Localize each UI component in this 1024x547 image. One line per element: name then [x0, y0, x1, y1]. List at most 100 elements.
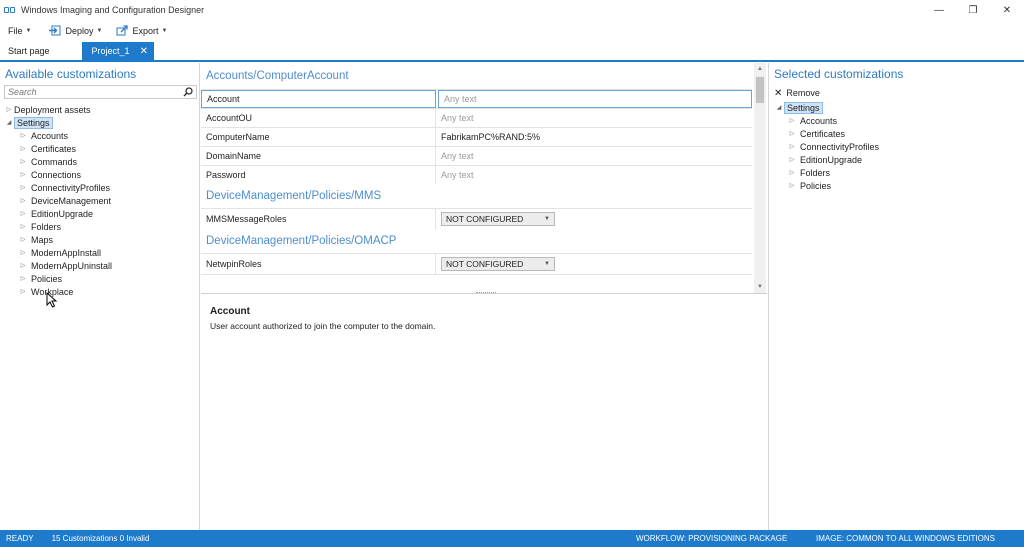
expand-arrow-icon[interactable]: ▷ [787, 143, 797, 150]
expand-arrow-icon[interactable]: ▷ [4, 106, 14, 113]
expand-arrow-icon[interactable]: ▷ [787, 130, 797, 137]
selected-tree-item-settings[interactable]: ◢ Settings [769, 101, 1024, 114]
tree-item-modernappuninstall[interactable]: ▷ ModernAppUninstall [0, 259, 199, 272]
app-icon [4, 6, 16, 14]
remove-button[interactable]: ✕ Remove [769, 85, 1024, 101]
setting-row-mmsmessageroles[interactable]: MMSMessageRoles NOT CONFIGURED ▼ [201, 208, 752, 229]
expand-arrow-icon[interactable]: ▷ [787, 117, 797, 124]
tree-item-label: Accounts [800, 115, 838, 126]
selected-tree-item-folders[interactable]: ▷ Folders [769, 166, 1024, 179]
tab-start-page[interactable]: Start page [0, 42, 58, 60]
collapse-arrow-icon[interactable]: ◢ [4, 119, 14, 126]
title-bar: Windows Imaging and Configuration Design… [0, 0, 1024, 20]
tree-item-maps[interactable]: ▷ Maps [0, 233, 199, 246]
expand-arrow-icon[interactable]: ▷ [18, 184, 28, 191]
export-icon [116, 25, 129, 36]
file-menu[interactable]: File ▼ [8, 26, 31, 36]
chevron-down-icon: ▼ [25, 27, 32, 34]
tree-item-connectivityprofiles[interactable]: ▷ ConnectivityProfiles [0, 181, 199, 194]
expand-arrow-icon[interactable]: ▷ [787, 156, 797, 163]
tree-item-editionupgrade[interactable]: ▷ EditionUpgrade [0, 207, 199, 220]
tab-project[interactable]: Project_1 ✕ [81, 42, 154, 60]
expand-arrow-icon[interactable]: ▷ [18, 210, 28, 217]
expand-arrow-icon[interactable]: ▷ [18, 158, 28, 165]
section-title: DeviceManagement/Policies/MMS [206, 190, 382, 202]
tree-item-policies[interactable]: ▷ Policies [0, 272, 199, 285]
password-input[interactable]: Any text [436, 166, 752, 184]
expand-arrow-icon[interactable]: ▷ [18, 275, 28, 282]
scroll-up-icon[interactable]: ▲ [754, 63, 766, 75]
expand-arrow-icon[interactable]: ▷ [18, 132, 28, 139]
tree-item-connections[interactable]: ▷ Connections [0, 168, 199, 181]
tab-project-label: Project_1 [91, 46, 130, 56]
expand-arrow-icon[interactable]: ▷ [18, 223, 28, 230]
tree-item-accounts[interactable]: ▷ Accounts [0, 129, 199, 142]
status-workflow: WORKFLOW: PROVISIONING PACKAGE [636, 534, 788, 543]
section-title: DeviceManagement/Policies/OMACP [206, 235, 397, 247]
collapse-arrow-icon[interactable]: ◢ [774, 104, 784, 111]
tree-item-deployment-assets[interactable]: ▷ Deployment assets [0, 103, 199, 116]
setting-row-computername[interactable]: ComputerName FabrikamPC%RAND:5% [201, 127, 752, 146]
selected-tree-item-editionupgrade[interactable]: ▷ EditionUpgrade [769, 153, 1024, 166]
account-input[interactable]: Any text [438, 90, 752, 108]
settings-grid: Accounts/ComputerAccount Account Any tex… [201, 63, 767, 294]
tree-item-label: Certificates [800, 128, 846, 139]
setting-label: DomainName [201, 147, 436, 165]
expand-arrow-icon[interactable]: ▷ [18, 197, 28, 204]
expand-arrow-icon[interactable]: ▷ [18, 145, 28, 152]
expand-arrow-icon[interactable]: ▷ [18, 249, 28, 256]
accountou-input[interactable]: Any text [436, 109, 752, 127]
setting-row-password[interactable]: Password Any text [201, 165, 752, 184]
mmsmessageroles-dropdown[interactable]: NOT CONFIGURED ▼ [441, 212, 555, 226]
selected-tree-item-policies[interactable]: ▷ Policies [769, 179, 1024, 192]
deploy-menu[interactable]: Deploy ▼ [49, 25, 102, 36]
scroll-down-icon[interactable]: ▼ [754, 281, 766, 293]
tree-item-label: ModernAppInstall [31, 247, 102, 258]
tree-item-folders[interactable]: ▷ Folders [0, 220, 199, 233]
expand-arrow-icon[interactable]: ▷ [18, 288, 28, 295]
tree-item-certificates[interactable]: ▷ Certificates [0, 142, 199, 155]
close-icon[interactable]: ✕ [140, 46, 148, 57]
description-pane: Account User account authorized to join … [201, 295, 767, 530]
status-bar: READY 15 Customizations 0 Invalid WORKFL… [0, 530, 1024, 547]
chevron-down-icon: ▼ [544, 216, 550, 222]
dropdown-value: NOT CONFIGURED [446, 214, 524, 224]
tree-item-devicemanagement[interactable]: ▷ DeviceManagement [0, 194, 199, 207]
expand-arrow-icon[interactable]: ▷ [18, 236, 28, 243]
tree-item-modernappinstall[interactable]: ▷ ModernAppInstall [0, 246, 199, 259]
selected-tree-item-connectivityprofiles[interactable]: ▷ ConnectivityProfiles [769, 140, 1024, 153]
netwpinroles-dropdown[interactable]: NOT CONFIGURED ▼ [441, 257, 555, 271]
search-icon[interactable] [183, 87, 193, 97]
selected-tree-item-accounts[interactable]: ▷ Accounts [769, 114, 1024, 127]
setting-row-netwpinroles[interactable]: NetwpinRoles NOT CONFIGURED ▼ [201, 253, 752, 274]
setting-row-accountou[interactable]: AccountOU Any text [201, 108, 752, 127]
settings-scrollbar[interactable]: ▲ ▼ [754, 63, 766, 293]
domainname-input[interactable]: Any text [436, 147, 752, 165]
setting-row-partial [201, 274, 752, 293]
chevron-down-icon: ▼ [96, 27, 103, 34]
description-text: User account authorized to join the comp… [210, 321, 436, 331]
close-window-button[interactable]: ✕ [990, 0, 1024, 20]
selected-customizations-title: Selected customizations [774, 67, 904, 81]
selected-tree-item-certificates[interactable]: ▷ Certificates [769, 127, 1024, 140]
expand-arrow-icon[interactable]: ▷ [18, 171, 28, 178]
tree-item-label: ModernAppUninstall [31, 260, 113, 271]
minimize-button[interactable]: — [922, 0, 956, 20]
computername-input[interactable]: FabrikamPC%RAND:5% [436, 128, 752, 146]
search-input[interactable] [8, 87, 168, 97]
tree-item-label: Folders [800, 167, 831, 178]
setting-row-domainname[interactable]: DomainName Any text [201, 146, 752, 165]
expand-arrow-icon[interactable]: ▷ [787, 182, 797, 189]
tree-item-workplace[interactable]: ▷ Workplace [0, 285, 199, 298]
tree-item-label: Policies [800, 180, 832, 191]
expand-arrow-icon[interactable]: ▷ [18, 262, 28, 269]
setting-row-account[interactable]: Account Any text [201, 89, 752, 108]
tree-item-settings[interactable]: ◢ Settings [0, 116, 199, 129]
scrollbar-thumb[interactable] [756, 77, 764, 103]
restore-button[interactable]: ❐ [956, 0, 990, 20]
expand-arrow-icon[interactable]: ▷ [787, 169, 797, 176]
export-menu[interactable]: Export ▼ [116, 25, 167, 36]
tree-item-label: Accounts [31, 130, 69, 141]
settings-editor: Accounts/ComputerAccount Account Any tex… [201, 63, 767, 530]
tree-item-commands[interactable]: ▷ Commands [0, 155, 199, 168]
